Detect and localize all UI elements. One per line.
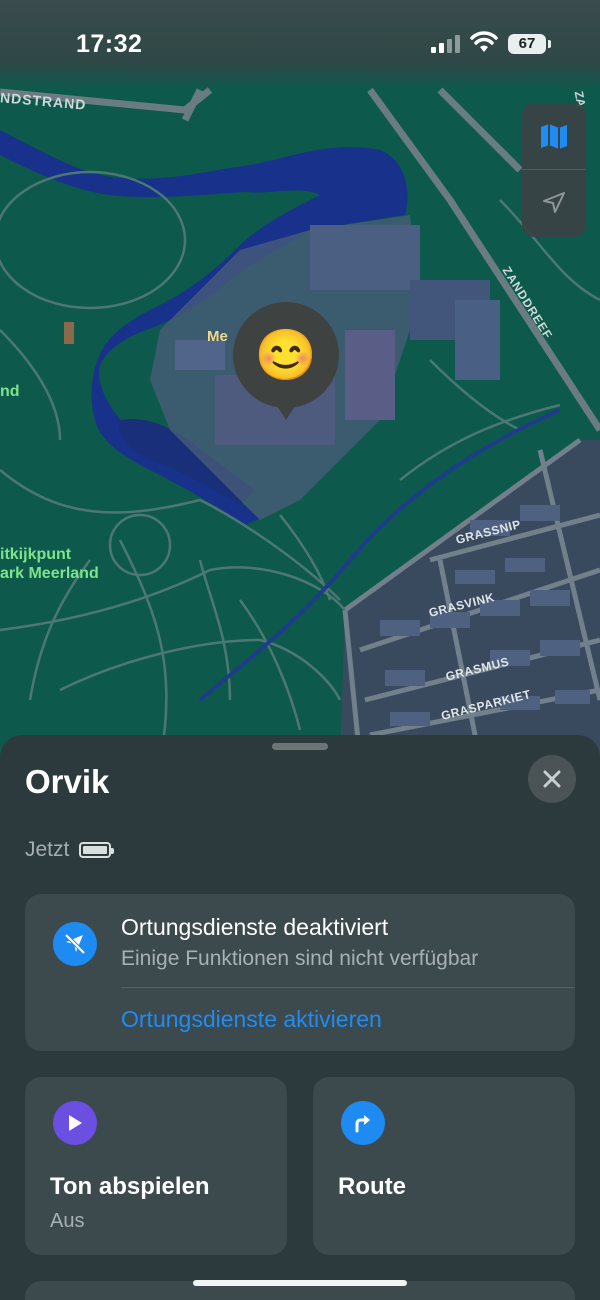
map-label-park: nd — [0, 383, 20, 400]
wifi-icon — [470, 31, 498, 52]
location-arrow-icon — [543, 192, 565, 213]
close-button[interactable] — [528, 755, 576, 803]
location-disabled-icon — [53, 922, 97, 966]
sheet-grabber[interactable] — [272, 743, 328, 750]
map-controls — [522, 103, 586, 237]
map-label-viewpoint-2: ark Meerland — [0, 565, 99, 582]
find-my-screen: NDSTRAND Me nd itkijkpunt ark Meerland Z… — [0, 0, 600, 1300]
location-services-card: Ortungsdienste deaktiviert Einige Funkti… — [25, 894, 575, 1051]
battery-full-icon — [79, 842, 115, 858]
divider — [121, 987, 575, 988]
current-location-button[interactable] — [522, 170, 586, 236]
map-label-poi: Me — [207, 328, 228, 345]
clock: 17:32 — [76, 30, 143, 58]
emoji-avatar: 😊 — [254, 327, 318, 383]
device-location-pin[interactable]: 😊 — [233, 302, 339, 420]
map-icon — [541, 124, 567, 149]
close-icon — [543, 770, 561, 788]
map-label-viewpoint-1: itkijkpunt — [0, 546, 72, 563]
map-view[interactable]: NDSTRAND Me nd itkijkpunt ark Meerland Z… — [0, 0, 600, 760]
directions-label: Route — [338, 1173, 406, 1200]
last-updated-text: Jetzt — [25, 838, 70, 861]
home-indicator[interactable] — [193, 1280, 407, 1286]
play-sound-tile[interactable]: Ton abspielen Aus — [25, 1077, 287, 1255]
battery-indicator: 67 — [508, 34, 551, 54]
status-bar: 17:32 67 — [0, 0, 600, 90]
device-detail-sheet: Orvik Jetzt Ortungsdienste deaktiviert E… — [0, 735, 600, 1300]
device-name: Orvik — [25, 763, 110, 800]
play-sound-label: Ton abspielen — [50, 1173, 210, 1200]
last-updated-row: Jetzt — [25, 838, 115, 862]
enable-location-services-link[interactable]: Ortungsdienste aktivieren — [121, 1006, 382, 1033]
location-card-subtitle: Einige Funktionen sind nicht verfügbar — [121, 947, 479, 970]
play-icon — [53, 1101, 97, 1145]
cellular-signal-icon — [431, 35, 460, 53]
location-card-heading: Ortungsdienste deaktiviert — [121, 914, 389, 940]
play-sound-status: Aus — [50, 1210, 85, 1232]
map-mode-button[interactable] — [522, 103, 586, 170]
directions-tile[interactable]: Route — [313, 1077, 575, 1255]
turn-right-arrow-icon — [341, 1101, 385, 1145]
